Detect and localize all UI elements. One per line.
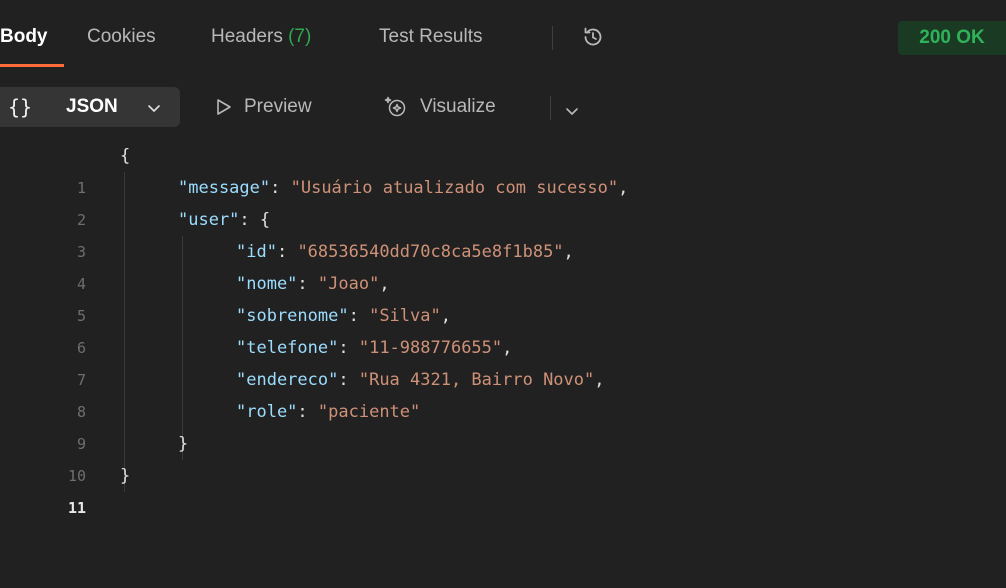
toolbar-divider (550, 96, 551, 120)
colon: : (297, 274, 318, 294)
code-content: "message": "Usuário atualizado com suces… (178, 172, 628, 204)
code-line: 1 { (0, 140, 1006, 197)
code-content: "id": "68536540dd70c8ca5e8f1b85", (236, 236, 574, 268)
code-content: "role": "paciente" (236, 396, 420, 428)
tab-test-results-label: Test Results (379, 26, 483, 47)
code-line: 10 } (0, 428, 1006, 485)
preview-button[interactable]: Preview (216, 93, 312, 121)
braces-icon: {} (8, 95, 33, 119)
code-line: 4 "id": "68536540dd70c8ca5e8f1b85", (0, 236, 1006, 293)
close-brace: } (120, 466, 131, 486)
json-key: "nome" (236, 274, 298, 294)
comma: , (440, 306, 451, 326)
tab-test-results[interactable]: Test Results (379, 24, 482, 50)
body-toolbar: {} JSON Preview Visualize (0, 76, 1006, 140)
code-content: "endereco": "Rua 4321, Bairro Novo", (236, 364, 605, 396)
code-content: "nome": "Joao", (236, 268, 390, 300)
open-brace: { (120, 146, 131, 166)
line-number: 11 (67, 499, 86, 517)
code-line: 6 "sobrenome": "Silva", (0, 300, 1006, 357)
history-icon[interactable] (580, 24, 606, 50)
colon: : (297, 402, 318, 422)
json-response-viewer[interactable]: 1 { 2 "message": "Usuário atualizado com… (0, 140, 1006, 538)
tab-body-label: Body (0, 26, 48, 47)
colon: : (348, 306, 370, 326)
code-line: 8 "endereco": "Rua 4321, Bairro Novo", (0, 364, 1006, 421)
sparkle-icon (384, 96, 406, 117)
json-value: "Silva" (369, 306, 441, 326)
json-value: "Usuário atualizado com sucesso" (290, 178, 619, 198)
comma: , (502, 338, 513, 358)
open-brace: { (259, 210, 271, 230)
tab-body[interactable]: Body (0, 24, 48, 50)
preview-label: Preview (244, 96, 312, 117)
visualize-options-dropdown[interactable] (564, 97, 592, 125)
code-line: 11 } (0, 460, 1006, 517)
json-key: "sobrenome" (236, 306, 349, 326)
code-line: 9 "role": "paciente" (0, 396, 1006, 453)
code-line: 2 "message": "Usuário atualizado com suc… (0, 172, 1006, 229)
code-content: "sobrenome": "Silva", (236, 300, 451, 332)
tab-cookies[interactable]: Cookies (87, 24, 156, 50)
comma: , (379, 274, 390, 294)
status-badge: 200 OK (898, 21, 1006, 55)
chevron-down-icon (146, 100, 162, 116)
json-key: "telefone" (236, 338, 339, 358)
code-content: "user": { (178, 204, 270, 236)
code-line: 7 "telefone": "11-988776655", (0, 332, 1006, 389)
visualize-label: Visualize (420, 96, 496, 117)
json-value: "Joao" (317, 274, 380, 294)
active-tab-indicator (0, 64, 64, 67)
json-value: "paciente" (317, 402, 421, 422)
tab-cookies-label: Cookies (87, 26, 156, 47)
colon: : (276, 242, 298, 262)
response-panel: Body Cookies Headers (7) Test Results 20… (0, 0, 1006, 538)
tab-headers-label: Headers (211, 26, 283, 47)
json-key: "user" (178, 210, 240, 230)
comma: , (618, 178, 629, 198)
code-content: "telefone": "11-988776655", (236, 332, 512, 364)
comma: , (563, 242, 574, 262)
tabs-divider (552, 26, 553, 50)
response-tabs-bar: Body Cookies Headers (7) Test Results 20… (0, 0, 1006, 76)
code-line: 3 "user": { (0, 204, 1006, 261)
format-label: JSON (66, 96, 118, 117)
colon: : (338, 370, 359, 390)
json-key: "role" (236, 402, 298, 422)
tab-headers-count: (7) (288, 26, 312, 47)
visualize-button[interactable]: Visualize (384, 93, 496, 121)
json-key: "id" (236, 242, 277, 262)
close-brace: } (178, 434, 189, 454)
format-select[interactable]: {} JSON (0, 87, 180, 127)
colon: : (239, 210, 260, 230)
json-value: "68536540dd70c8ca5e8f1b85" (297, 242, 564, 262)
json-value: "11-988776655" (358, 338, 503, 358)
chevron-down-icon (566, 108, 578, 115)
play-icon (217, 99, 231, 115)
code-line: 5 "nome": "Joao", (0, 268, 1006, 325)
json-key: "message" (178, 178, 271, 198)
colon: : (338, 338, 359, 358)
tab-headers[interactable]: Headers (7) (211, 24, 311, 50)
comma: , (594, 370, 605, 390)
json-value: "Rua 4321, Bairro Novo" (358, 370, 595, 390)
json-key: "endereco" (236, 370, 339, 390)
colon: : (270, 178, 291, 198)
